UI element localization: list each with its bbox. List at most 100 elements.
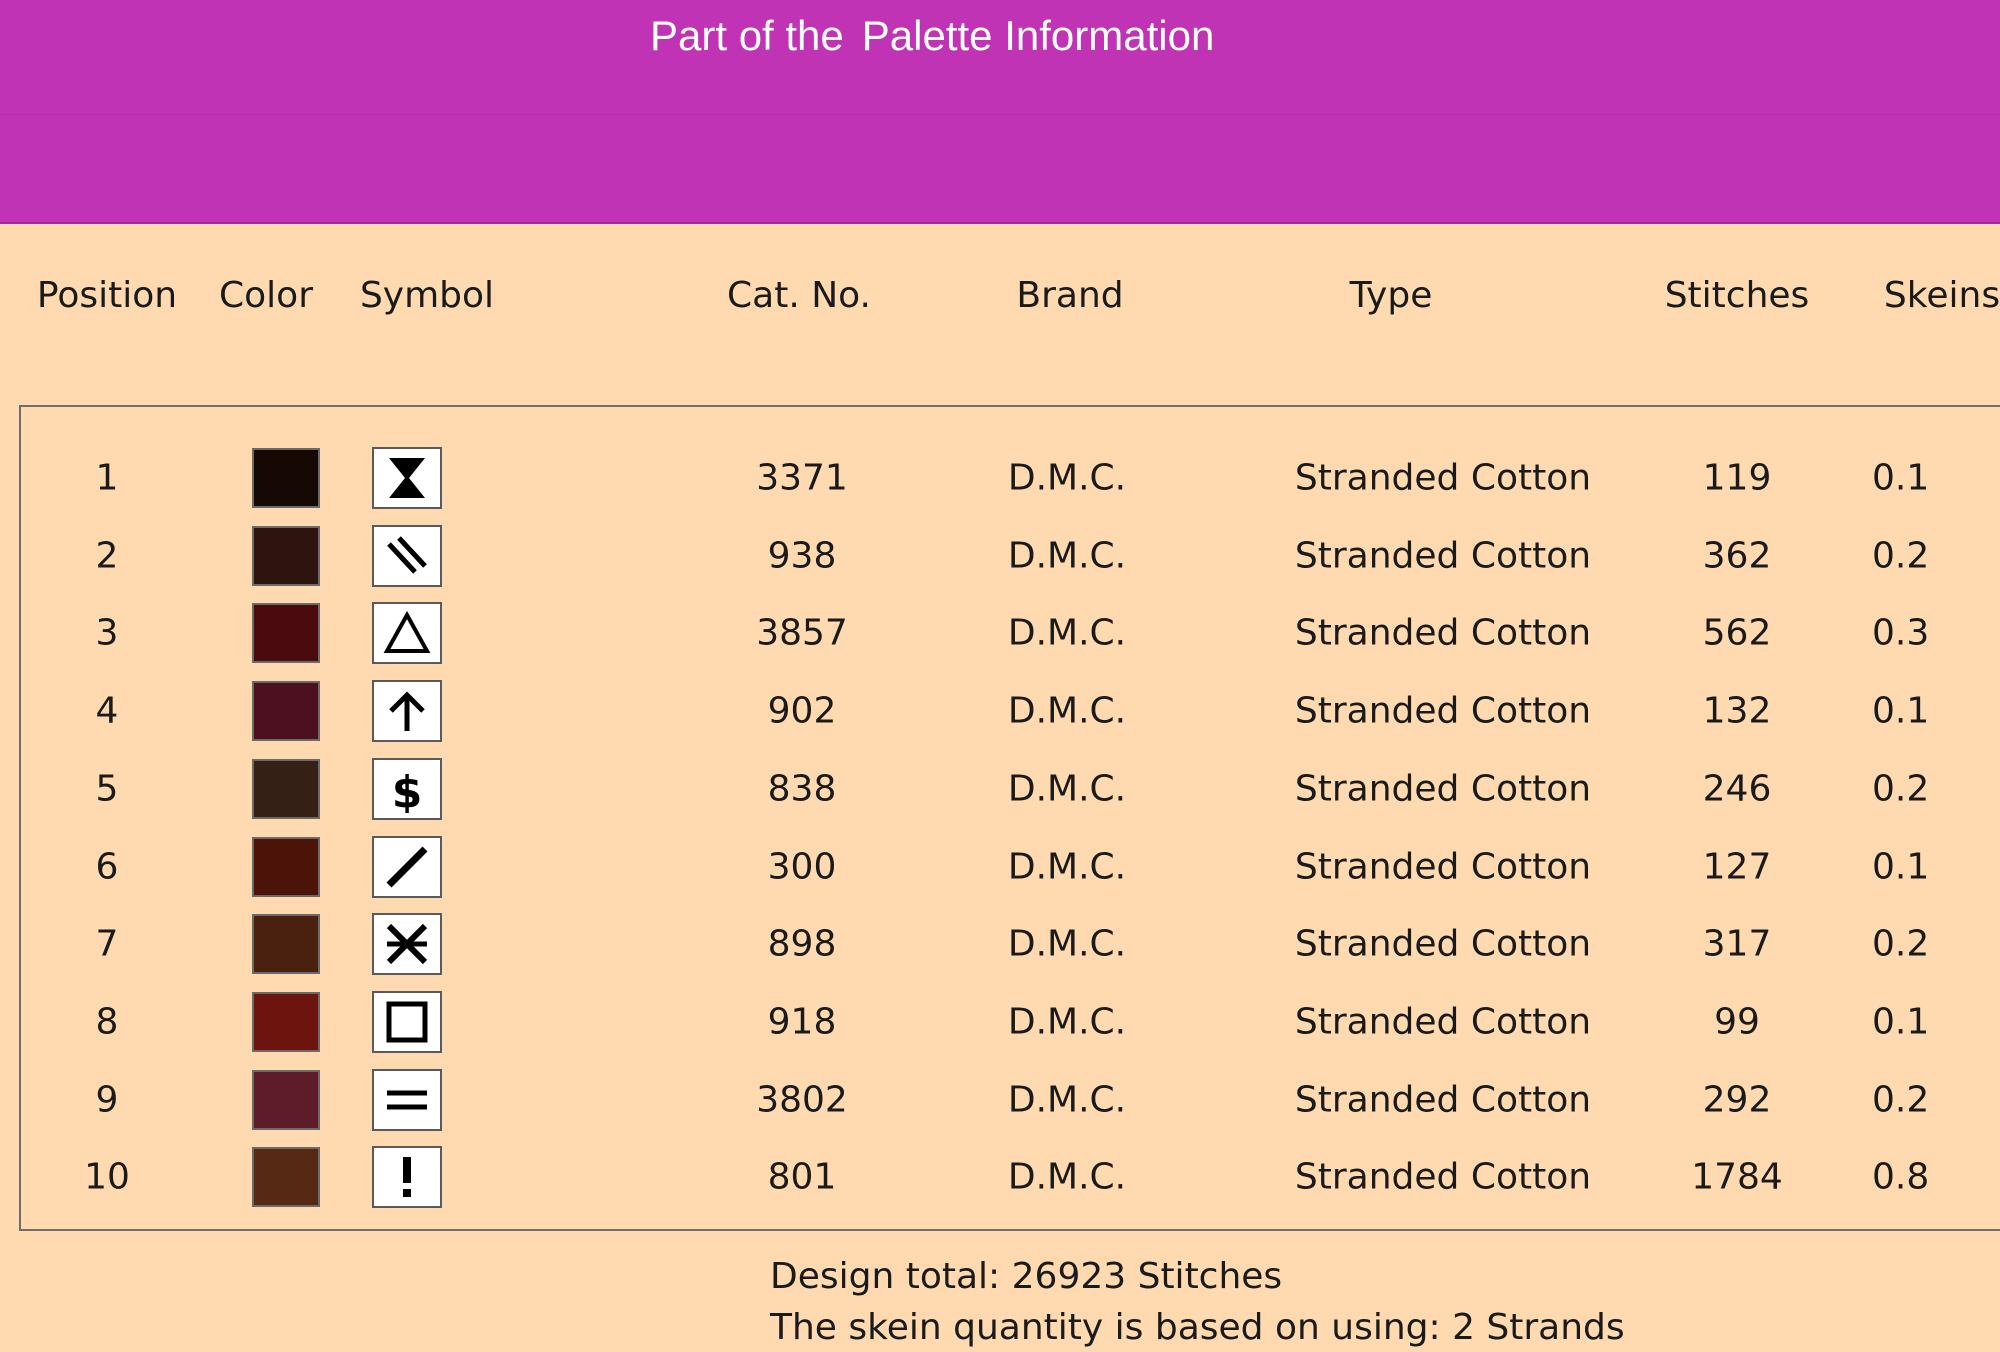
stitches-cell: 119 bbox=[1702, 457, 1772, 499]
stitches-cell: 292 bbox=[1702, 1079, 1772, 1121]
cat-no-cell: 3802 bbox=[756, 1079, 848, 1121]
table-row: 1 3371 D.M.C. Stranded Cotton 119 0.1 bbox=[0, 440, 2000, 516]
table-row: 8 918 D.M.C. Stranded Cotton 99 0.1 bbox=[0, 984, 2000, 1060]
equals-icon bbox=[387, 1090, 427, 1110]
arrow-up-icon bbox=[389, 691, 425, 732]
color-swatch bbox=[252, 525, 320, 586]
type-cell: Stranded Cotton bbox=[1294, 846, 1592, 887]
table-row: 6 300 D.M.C. Stranded Cotton 127 0.1 bbox=[0, 829, 2000, 905]
color-swatch bbox=[252, 1069, 320, 1130]
cat-no-cell: 902 bbox=[767, 690, 837, 732]
title-banner: Part of the Palette Information bbox=[0, 0, 2000, 224]
double-slash-icon bbox=[387, 535, 427, 574]
skeins-cell: 0.1 bbox=[1872, 1001, 1930, 1043]
type-cell: Stranded Cotton bbox=[1294, 1079, 1592, 1121]
cat-no-cell: 801 bbox=[767, 1156, 837, 1198]
brand-cell: D.M.C. bbox=[1007, 1001, 1127, 1043]
position-cell: 6 bbox=[95, 846, 119, 887]
color-swatch bbox=[252, 914, 320, 975]
position-cell: 7 bbox=[95, 923, 119, 965]
skein-note: The skein quantity is based on using: 2 … bbox=[770, 1307, 1625, 1348]
brand-cell: D.M.C. bbox=[1007, 535, 1127, 577]
type-cell: Stranded Cotton bbox=[1294, 535, 1592, 577]
skeins-cell: 0.8 bbox=[1872, 1156, 1930, 1198]
stitches-cell: 132 bbox=[1702, 690, 1772, 732]
position-cell: 9 bbox=[95, 1079, 119, 1121]
type-cell: Stranded Cotton bbox=[1294, 1001, 1592, 1043]
symbol-box bbox=[372, 680, 442, 743]
skeins-cell: 0.2 bbox=[1872, 1079, 1930, 1121]
symbol-box bbox=[372, 835, 442, 898]
brand-cell: D.M.C. bbox=[1007, 768, 1127, 810]
table-row: 5 $838 D.M.C. Stranded Cotton 246 0.2 bbox=[0, 751, 2000, 827]
svg-text:$: $ bbox=[392, 767, 423, 813]
header-color: Color bbox=[219, 275, 313, 316]
position-cell: 10 bbox=[84, 1156, 130, 1198]
stitches-cell: 1784 bbox=[1691, 1156, 1783, 1198]
skeins-cell: 0.2 bbox=[1872, 923, 1930, 965]
stitches-cell: 562 bbox=[1702, 612, 1772, 654]
symbol-box bbox=[372, 1068, 442, 1131]
type-cell: Stranded Cotton bbox=[1294, 1156, 1592, 1198]
color-swatch bbox=[252, 758, 320, 819]
cat-no-cell: 938 bbox=[767, 535, 837, 577]
color-swatch bbox=[252, 991, 320, 1052]
position-cell: 5 bbox=[95, 768, 119, 810]
brand-cell: D.M.C. bbox=[1007, 846, 1127, 887]
asterisk-cross-icon bbox=[386, 924, 428, 965]
header-position: Position bbox=[36, 275, 178, 316]
symbol-box bbox=[372, 447, 442, 509]
type-cell: Stranded Cotton bbox=[1294, 612, 1592, 654]
exclamation-icon bbox=[403, 1157, 411, 1198]
banner-prefix: Part of the bbox=[650, 12, 844, 59]
symbol-box: $ bbox=[372, 757, 442, 820]
brand-cell: D.M.C. bbox=[1007, 612, 1127, 654]
type-cell: Stranded Cotton bbox=[1294, 923, 1592, 965]
header-type: Type bbox=[1349, 275, 1433, 316]
cat-no-cell: 838 bbox=[767, 768, 837, 810]
design-total: Design total: 26923 Stitches bbox=[770, 1256, 1283, 1297]
header-skeins: Skeins bbox=[1883, 275, 2000, 316]
symbol-box bbox=[372, 602, 442, 665]
skeins-cell: 0.2 bbox=[1872, 535, 1930, 577]
position-cell: 1 bbox=[95, 457, 119, 499]
symbol-box bbox=[372, 524, 442, 587]
square-icon bbox=[386, 1001, 428, 1043]
stitches-cell: 99 bbox=[1714, 1001, 1760, 1043]
table-row: 4 902 D.M.C. Stranded Cotton 132 0.1 bbox=[0, 673, 2000, 749]
position-cell: 4 bbox=[95, 690, 119, 732]
color-swatch bbox=[252, 836, 320, 897]
banner-heading: Palette Information bbox=[861, 12, 1215, 59]
brand-cell: D.M.C. bbox=[1007, 1079, 1127, 1121]
symbol-box bbox=[372, 1146, 442, 1209]
brand-cell: D.M.C. bbox=[1007, 457, 1127, 499]
stitches-cell: 127 bbox=[1702, 846, 1772, 887]
cat-no-cell: 3857 bbox=[756, 612, 848, 654]
type-cell: Stranded Cotton bbox=[1294, 457, 1592, 499]
skeins-cell: 0.2 bbox=[1872, 768, 1930, 810]
type-cell: Stranded Cotton bbox=[1294, 690, 1592, 732]
position-cell: 3 bbox=[95, 612, 119, 654]
position-cell: 2 bbox=[95, 535, 119, 577]
position-cell: 8 bbox=[95, 1001, 119, 1043]
stitches-cell: 362 bbox=[1702, 535, 1772, 577]
symbol-box bbox=[372, 990, 442, 1053]
hourglass-icon bbox=[389, 458, 425, 498]
stitches-cell: 246 bbox=[1702, 768, 1772, 810]
skeins-cell: 0.1 bbox=[1872, 690, 1930, 732]
banner-title: Part of the Palette Information bbox=[650, 12, 1214, 60]
banner-divider bbox=[0, 114, 2000, 115]
table-row: 3 3857 D.M.C. Stranded Cotton 562 0.3 bbox=[0, 595, 2000, 671]
cat-no-cell: 300 bbox=[767, 846, 837, 887]
cat-no-cell: 3371 bbox=[756, 457, 848, 499]
triangle-icon bbox=[383, 611, 431, 654]
color-swatch bbox=[252, 603, 320, 664]
type-cell: Stranded Cotton bbox=[1294, 768, 1592, 810]
header-symbol: Symbol bbox=[359, 275, 495, 316]
brand-cell: D.M.C. bbox=[1007, 690, 1127, 732]
slash-icon bbox=[386, 846, 428, 887]
brand-cell: D.M.C. bbox=[1007, 1156, 1127, 1198]
color-swatch bbox=[252, 1147, 320, 1208]
header-cat-no: Cat. No. bbox=[727, 275, 871, 316]
cat-no-cell: 918 bbox=[767, 1001, 837, 1043]
